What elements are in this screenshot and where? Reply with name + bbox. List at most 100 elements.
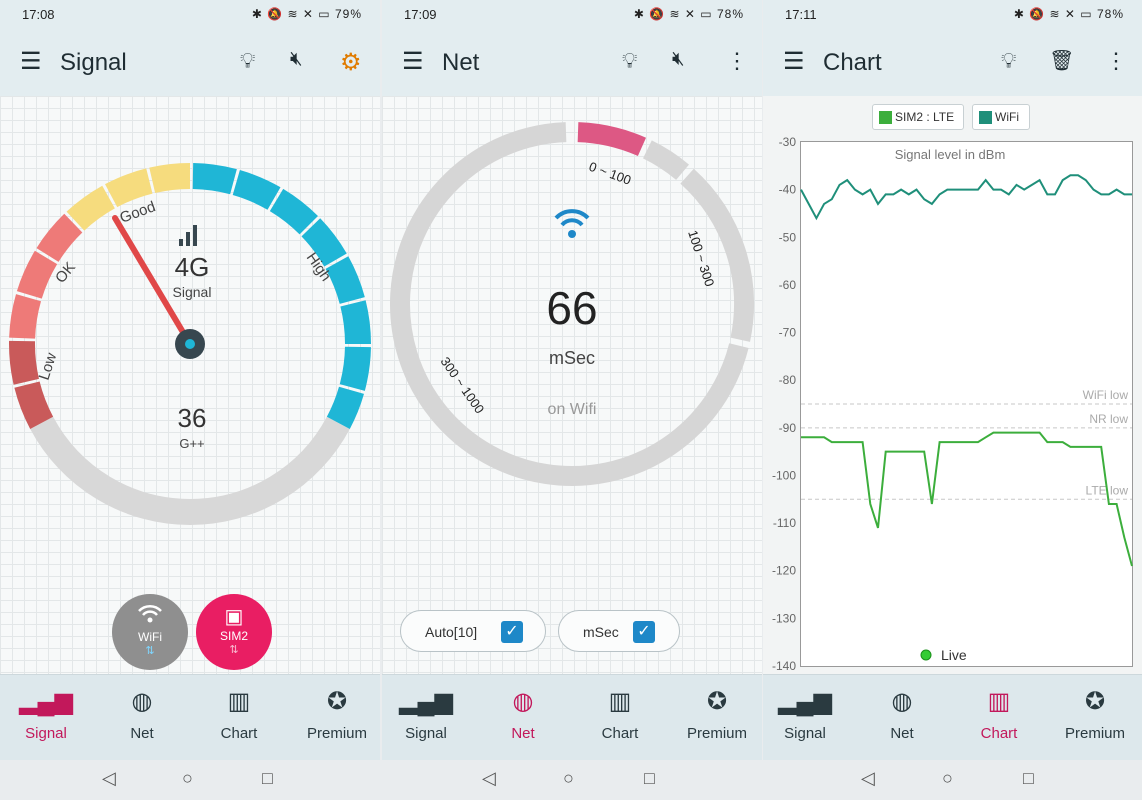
home-icon[interactable]: ○ [182,768,193,789]
nav-signal[interactable]: ▂▄▆ Signal [386,685,466,742]
auto-refresh-toggle[interactable]: Auto[10] ✓ [400,610,546,652]
premium-badge-icon: ✪ [1084,688,1106,715]
home-icon[interactable]: ○ [563,768,574,789]
status-time: 17:08 [22,7,55,22]
nav-chart[interactable]: ▥ Chart [580,685,660,742]
y-tick-label: -100 [772,468,796,482]
app-bar: ☰ Net 💡︎ 🔇︎ ⋮ [382,30,762,96]
chart-title: Signal level in dBm [895,147,1006,162]
recents-icon[interactable]: □ [1023,768,1034,789]
msec-toggle[interactable]: mSec ✓ [558,610,680,652]
menu-icon[interactable]: ☰ [402,50,424,74]
tech-sublabel: Signal [173,284,212,300]
gauge-segment [16,250,58,300]
nav-signal[interactable]: ▂▄▆ Signal [6,685,86,742]
series-line-wifi [800,174,1132,221]
needle-hub-dot [185,339,195,349]
signal-chart: -30 -40 -50 -60 -70 -80 -90 -100 -110 -120 -130 -14… [772,135,1133,673]
nav-net[interactable]: ◍ Net [862,685,942,742]
y-tick-label: -70 [779,326,797,340]
back-icon[interactable]: ◁ [482,768,496,789]
recents-icon[interactable]: □ [644,768,655,789]
status-time: 17:09 [404,7,437,22]
latency-unit: mSec [549,348,595,368]
premium-badge-icon: ✪ [706,688,728,715]
msec-label: mSec [583,624,619,640]
globe-icon: ◍ [131,688,153,715]
nav-chart[interactable]: ▥ Chart [199,685,279,742]
back-icon[interactable]: ◁ [102,768,116,789]
status-bar: 17:09 ✱ 🔕 ≋ ✕ ▭ 78% [382,0,762,30]
chart-screen: 17:11 ✱ 🔕 ≋ ✕ ▭ 78% ☰ Chart 💡︎ 🗑︎ ⋮ SIM2… [763,0,1142,800]
gauge-segment [36,213,83,263]
signal-gauge: 4G Signal 36 G++ Low OK Good High [9,163,371,525]
nav-premium[interactable]: ✪ Premium [1055,685,1135,742]
range-arc-0-100 [642,140,689,181]
sim-button-label: SIM2 [219,629,248,643]
sim-icon: ▣ [224,606,244,628]
gauge-segment [192,163,237,195]
wifi-button[interactable]: WiFi ⇅ [112,594,188,670]
app-bar: ☰ Signal 💡︎ 🔇︎ ⚙ [0,30,380,96]
zone-label-low: Low [36,351,61,383]
wifi-icon [112,604,188,630]
gauge-segment [340,300,371,345]
bottom-nav: ▂▄▆ Signal ◍ Net ▥ Chart ✪ Premium [0,674,380,760]
signal-bars-icon: ▂▄▆ [778,688,832,715]
threshold-lines: WiFi lowNR lowLTE low [801,388,1132,500]
y-tick-label: -110 [773,516,796,530]
nav-premium[interactable]: ✪ Premium [677,685,757,742]
back-icon[interactable]: ◁ [861,768,875,789]
live-label: Live [941,647,967,663]
bottom-nav: ▂▄▆ Signal ◍ Net ▥ Chart ✪ Premium [763,674,1142,760]
nav-net[interactable]: ◍ Net [102,685,182,742]
checkbox-checked-icon[interactable]: ✓ [501,621,523,643]
gauge-segment [14,381,54,429]
nav-net[interactable]: ◍ Net [483,685,563,742]
mute-icon[interactable]: 🔇︎ [672,48,685,71]
mute-icon[interactable]: 🔇︎ [290,48,303,71]
status-icons: ✱ 🔕 ≋ ✕ ▭ 79% [251,7,362,21]
bulb-icon[interactable]: 💡︎ [622,48,637,74]
gauge-segment [339,346,371,391]
sim-button[interactable]: ▣ SIM2 ⇅ [196,594,272,670]
auto-refresh-label: Auto[10] [425,624,478,640]
system-nav: ◁ ○ □ [0,760,380,800]
gauge-segment [325,256,365,305]
signal-bars-icon: ▂▄▆ [19,688,73,715]
checkbox-checked-icon[interactable]: ✓ [633,621,655,643]
range-label-0-100: 0 ~ 100 [587,159,633,188]
latency-gauge: 66 mSec on Wifi 0 ~ 100 100 ~ 300 300 ~ … [390,122,754,486]
recents-icon[interactable]: □ [262,768,273,789]
y-tick-label: -80 [779,373,797,387]
y-tick-label: -130 [772,611,796,625]
signal-unit: G++ [179,436,204,451]
globe-icon: ◍ [891,688,913,715]
threshold-label: NR low [1089,412,1128,426]
y-tick-label: -140 [772,659,796,673]
y-tick-label: -90 [779,421,797,435]
gauge-segment [9,340,40,385]
latency-value: 66 [546,282,597,334]
bulb-icon[interactable]: 💡︎ [240,48,255,74]
status-bar: 17:08 ✱ 🔕 ≋ ✕ ▭ 79% [0,0,380,30]
nav-chart[interactable]: ▥ Chart [959,685,1039,742]
premium-badge-icon: ✪ [326,688,348,715]
gauge-segment [105,168,153,208]
globe-icon: ◍ [512,688,534,715]
y-axis: -30 -40 -50 -60 -70 -80 -90 -100 -110 -120 -130 -14… [772,135,796,673]
chart-icon: ▥ [608,688,632,715]
signal-bars-icon [179,225,197,246]
home-icon[interactable]: ○ [942,768,953,789]
y-tick-label: -60 [779,278,797,292]
gauge-segment [326,386,364,429]
nav-premium[interactable]: ✪ Premium [297,685,377,742]
more-icon[interactable]: ⋮ [726,48,748,74]
net-screen: 17:09 ✱ 🔕 ≋ ✕ ▭ 78% ☰ Net 💡︎ 🔇︎ ⋮ 66 mSe… [382,0,762,800]
nav-signal[interactable]: ▂▄▆ Signal [765,685,845,742]
signal-bars-icon: ▂▄▆ [399,688,453,715]
settings-icon[interactable]: ⚙ [340,48,362,77]
menu-icon[interactable]: ☰ [20,50,42,74]
gauge-segment [149,163,191,194]
transfer-icon: ⇅ [145,645,155,657]
